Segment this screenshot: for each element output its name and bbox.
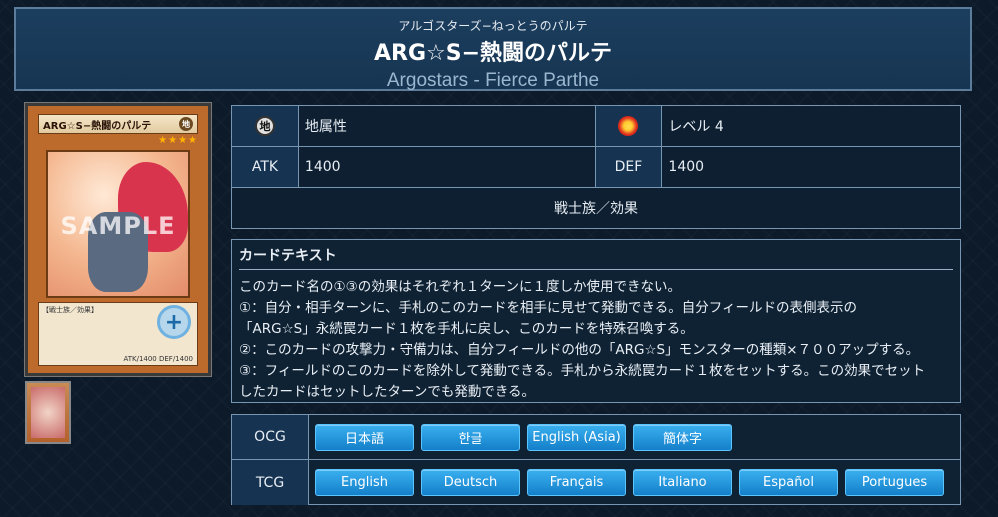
card-image-attribute-icon: 地	[179, 117, 193, 131]
atk-value: 1400	[298, 147, 596, 187]
card-text-line: このカード名の①③の効果はそれぞれ１ターンに１度しか使用できない。	[239, 279, 682, 295]
def-label: DEF	[595, 147, 663, 187]
zoom-icon[interactable]: +	[157, 305, 191, 339]
card-image[interactable]: ARG☆S−熱闘のパルテ 地 ★★★★ SAMPLE 【戦士族／効果】 + AT…	[25, 103, 211, 376]
card-image-name: ARG☆S−熱闘のパルテ	[43, 120, 152, 132]
lang-button-french[interactable]: Français	[527, 469, 626, 496]
card-text-line: ③：フィールドのこのカードを除外して発動できる。手札から永続罠カード１枚をセット…	[239, 363, 926, 379]
monster-type: 戦士族／効果	[232, 188, 960, 228]
lang-button-portuguese[interactable]: Portugues	[845, 469, 944, 496]
card-image-name-bar: ARG☆S−熱闘のパルテ 地	[38, 114, 198, 134]
attribute-value: 地属性	[298, 106, 596, 146]
card-text-line: ②：このカードの攻撃力・守備力は、自分フィールドの他の「ARG☆S」モンスターの…	[239, 342, 920, 358]
card-artwork: SAMPLE	[46, 150, 190, 298]
card-title-header: アルゴスターズ−ねっとうのパルテ ARG☆S−熱闘のパルテ Argostars …	[14, 7, 972, 91]
lang-button-japanese[interactable]: 日本語	[315, 423, 414, 451]
def-value: 1400	[662, 147, 960, 187]
card-name-japanese: ARG☆S−熱闘のパルテ	[373, 41, 613, 66]
lang-button-italian[interactable]: Italiano	[633, 469, 732, 496]
lang-button-english-asia[interactable]: English (Asia)	[527, 423, 626, 451]
ocg-label: OCG	[232, 415, 309, 459]
lang-button-simplified-chinese[interactable]: 簡体字	[633, 423, 732, 451]
language-table: OCG 日本語 한글 English (Asia) 簡体字 TCG Englis…	[231, 414, 961, 505]
card-name-ruby: アルゴスターズ−ねっとうのパルテ	[398, 19, 588, 33]
card-text-line: したカードはセットしたターンでも発動できる。	[239, 384, 536, 400]
atk-label: ATK	[232, 147, 299, 187]
sample-watermark: SAMPLE	[60, 212, 176, 240]
card-text-panel: カードテキスト このカード名の①③の効果はそれぞれ１ターンに１度しか使用できない…	[231, 239, 961, 403]
card-info-table: 地 地属性 ★ レベル 4 ATK 1400 DEF 1400 戦士族／効果	[231, 105, 961, 229]
card-image-stats: ATK/1400 DEF/1400	[123, 355, 193, 363]
lang-button-english[interactable]: English	[315, 469, 414, 496]
card-text-line: 「ARG☆S」永続罠カード１枚を手札に戻し、このカードを特殊召喚する。	[239, 321, 694, 337]
level-star-icon: ★	[618, 116, 639, 136]
earth-attribute-icon: 地	[254, 116, 275, 136]
card-name-english: Argostars - Fierce Parthe	[386, 70, 600, 91]
card-text-heading: カードテキスト	[239, 245, 953, 270]
card-text-line: ①：自分・相手ターンに、手札のこのカードを相手に見せて発動できる。自分フィールド…	[239, 300, 857, 316]
lang-button-korean[interactable]: 한글	[421, 423, 520, 451]
tcg-label: TCG	[232, 460, 309, 505]
lang-button-german[interactable]: Deutsch	[421, 469, 520, 496]
lang-button-spanish[interactable]: Español	[739, 469, 838, 496]
card-thumbnail[interactable]	[25, 381, 71, 444]
card-image-text-box: 【戦士族／効果】 + ATK/1400 DEF/1400	[38, 302, 198, 366]
level-value: レベル 4	[662, 106, 960, 146]
card-image-level-stars: ★★★★	[158, 135, 198, 146]
